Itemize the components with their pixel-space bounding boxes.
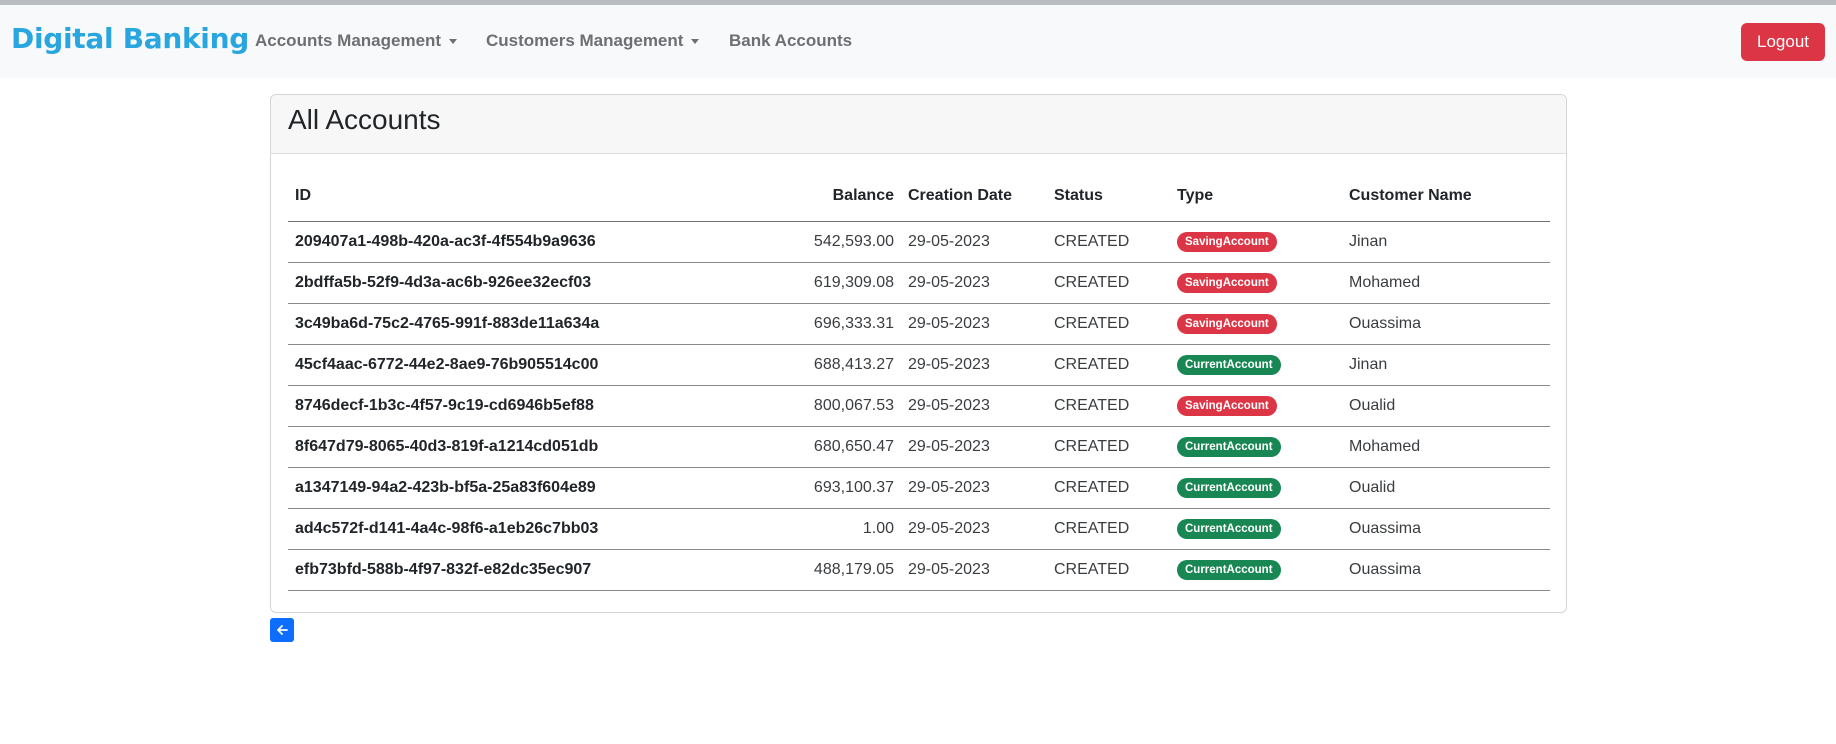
account-balance: 688,413.27 <box>787 344 901 386</box>
table-body: 209407a1-498b-420a-ac3f-4f554b9a9636 542,… <box>288 221 1550 591</box>
account-type-cell: CurrentAccount <box>1170 508 1342 550</box>
creation-date: 29-05-2023 <box>901 344 1047 386</box>
account-type-cell: CurrentAccount <box>1170 467 1342 509</box>
creation-date: 29-05-2023 <box>901 467 1047 509</box>
account-balance: 680,650.47 <box>787 426 901 468</box>
account-type-cell: CurrentAccount <box>1170 344 1342 386</box>
account-status: CREATED <box>1047 303 1170 345</box>
chevron-down-icon <box>691 39 700 45</box>
creation-date: 29-05-2023 <box>901 385 1047 427</box>
customer-name: Ouassima <box>1342 508 1550 550</box>
account-id: efb73bfd-588b-4f97-832f-e82dc35ec907 <box>288 549 787 591</box>
account-status: CREATED <box>1047 262 1170 304</box>
account-type-badge: CurrentAccount <box>1177 560 1281 580</box>
customer-name: Jinan <box>1342 344 1550 386</box>
nav-accounts-management[interactable]: Accounts Management <box>255 31 458 51</box>
account-type-badge: CurrentAccount <box>1177 519 1281 539</box>
account-type-cell: SavingAccount <box>1170 385 1342 427</box>
account-id: a1347149-94a2-423b-bf5a-25a83f604e89 <box>288 467 787 509</box>
column-header-creation-date: Creation Date <box>901 171 1047 222</box>
account-status: CREATED <box>1047 508 1170 550</box>
table-row: 8f647d79-8065-40d3-819f-a1214cd051db 680,… <box>288 426 1550 468</box>
brand-logo[interactable]: Digital Banking <box>11 22 249 55</box>
column-header-status: Status <box>1047 171 1170 222</box>
customer-name: Mohamed <box>1342 426 1550 468</box>
nav-customers-management[interactable]: Customers Management <box>486 31 700 51</box>
account-type-badge: CurrentAccount <box>1177 355 1281 375</box>
account-balance: 488,179.05 <box>787 549 901 591</box>
account-type-cell: SavingAccount <box>1170 303 1342 345</box>
customer-name: Ouassima <box>1342 303 1550 345</box>
chevron-down-icon <box>449 39 458 45</box>
column-header-balance: Balance <box>787 171 901 222</box>
creation-date: 29-05-2023 <box>901 303 1047 345</box>
table-row: efb73bfd-588b-4f97-832f-e82dc35ec907 488,… <box>288 549 1550 591</box>
account-status: CREATED <box>1047 467 1170 509</box>
arrow-left-icon <box>277 625 288 635</box>
account-id: 2bdffa5b-52f9-4d3a-ac6b-926ee32ecf03 <box>288 262 787 304</box>
nav-customers-management-label: Customers Management <box>486 31 684 50</box>
customer-name: Oualid <box>1342 467 1550 509</box>
account-balance: 1.00 <box>787 508 901 550</box>
account-balance: 693,100.37 <box>787 467 901 509</box>
account-status: CREATED <box>1047 426 1170 468</box>
account-type-cell: SavingAccount <box>1170 262 1342 304</box>
account-id: ad4c572f-d141-4a4c-98f6-a1eb26c7bb03 <box>288 508 787 550</box>
creation-date: 29-05-2023 <box>901 549 1047 591</box>
account-balance: 800,067.53 <box>787 385 901 427</box>
account-type-badge: SavingAccount <box>1177 273 1277 293</box>
account-type-badge: SavingAccount <box>1177 314 1277 334</box>
table-row: 209407a1-498b-420a-ac3f-4f554b9a9636 542,… <box>288 221 1550 263</box>
column-header-customer-name: Customer Name <box>1342 171 1550 222</box>
account-type-cell: SavingAccount <box>1170 221 1342 263</box>
nav-bank-accounts[interactable]: Bank Accounts <box>729 31 852 51</box>
account-balance: 542,593.00 <box>787 221 901 263</box>
creation-date: 29-05-2023 <box>901 508 1047 550</box>
customer-name: Ouassima <box>1342 549 1550 591</box>
accounts-table: ID Balance Creation Date Status Type Cus… <box>288 171 1550 591</box>
account-type-cell: CurrentAccount <box>1170 426 1342 468</box>
customer-name: Oualid <box>1342 385 1550 427</box>
table-row: 3c49ba6d-75c2-4765-991f-883de11a634a 696,… <box>288 303 1550 345</box>
nav-accounts-management-label: Accounts Management <box>255 31 442 50</box>
account-balance: 696,333.31 <box>787 303 901 345</box>
table-row: ad4c572f-d141-4a4c-98f6-a1eb26c7bb03 1.00… <box>288 508 1550 550</box>
account-type-badge: CurrentAccount <box>1177 478 1281 498</box>
account-id: 8746decf-1b3c-4f57-9c19-cd6946b5ef88 <box>288 385 787 427</box>
account-id: 8f647d79-8065-40d3-819f-a1214cd051db <box>288 426 787 468</box>
customer-name: Mohamed <box>1342 262 1550 304</box>
card-header: All Accounts <box>271 95 1566 154</box>
account-type-badge: CurrentAccount <box>1177 437 1281 457</box>
table-row: a1347149-94a2-423b-bf5a-25a83f604e89 693,… <box>288 467 1550 509</box>
account-type-badge: SavingAccount <box>1177 396 1277 416</box>
creation-date: 29-05-2023 <box>901 262 1047 304</box>
account-status: CREATED <box>1047 549 1170 591</box>
account-id: 209407a1-498b-420a-ac3f-4f554b9a9636 <box>288 221 787 263</box>
logout-button[interactable]: Logout <box>1741 23 1825 61</box>
account-id: 45cf4aac-6772-44e2-8ae9-76b905514c00 <box>288 344 787 386</box>
account-status: CREATED <box>1047 221 1170 263</box>
account-type-badge: SavingAccount <box>1177 232 1277 252</box>
table-row: 8746decf-1b3c-4f57-9c19-cd6946b5ef88 800,… <box>288 385 1550 427</box>
navbar: Digital Banking Accounts Management Cust… <box>0 5 1836 78</box>
accounts-card: All Accounts ID Balance Creation Date St… <box>270 94 1567 613</box>
back-button[interactable] <box>270 618 294 642</box>
account-id: 3c49ba6d-75c2-4765-991f-883de11a634a <box>288 303 787 345</box>
customer-name: Jinan <box>1342 221 1550 263</box>
account-type-cell: CurrentAccount <box>1170 549 1342 591</box>
table-header-row: ID Balance Creation Date Status Type Cus… <box>288 171 1550 222</box>
creation-date: 29-05-2023 <box>901 426 1047 468</box>
column-header-id: ID <box>288 171 787 222</box>
table-row: 2bdffa5b-52f9-4d3a-ac6b-926ee32ecf03 619,… <box>288 262 1550 304</box>
account-status: CREATED <box>1047 344 1170 386</box>
table-row: 45cf4aac-6772-44e2-8ae9-76b905514c00 688,… <box>288 344 1550 386</box>
creation-date: 29-05-2023 <box>901 221 1047 263</box>
account-status: CREATED <box>1047 385 1170 427</box>
account-balance: 619,309.08 <box>787 262 901 304</box>
page-title: All Accounts <box>288 104 441 135</box>
column-header-type: Type <box>1170 171 1342 222</box>
